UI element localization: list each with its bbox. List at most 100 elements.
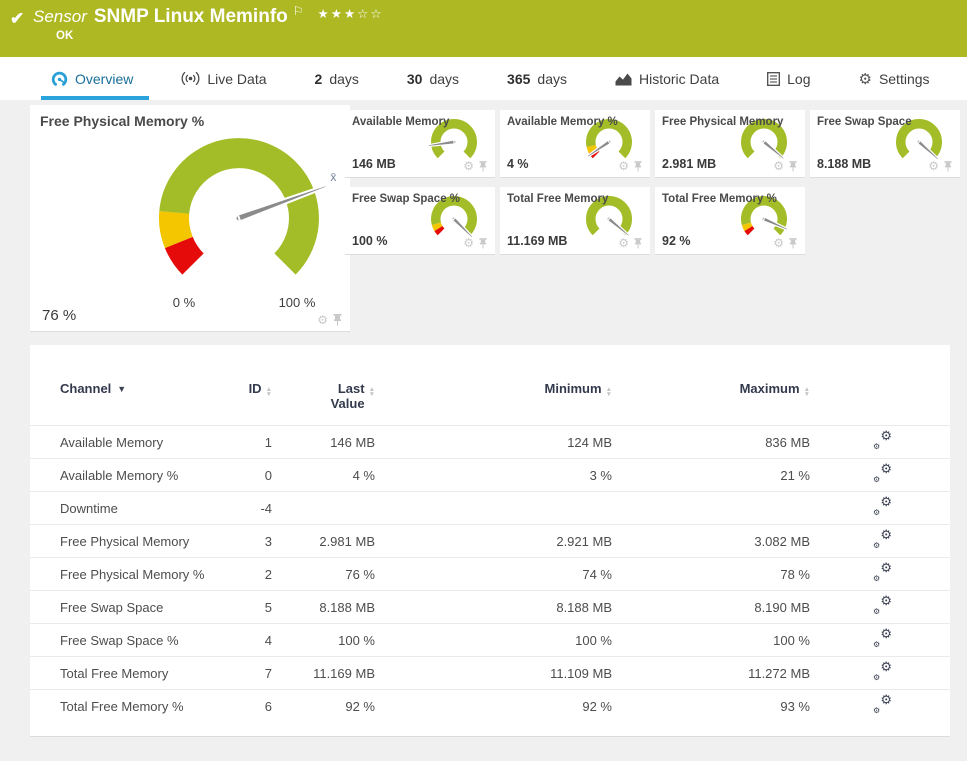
column-header-max[interactable]: Maximum ▲ ▼ (620, 375, 818, 426)
column-header-min[interactable]: Minimum ▲ ▼ (383, 375, 620, 426)
edit-channel-gears-icon[interactable]: ⚙ ⚙ (873, 429, 892, 451)
card-corner-icons: ⚙ (773, 160, 797, 172)
gauge-value: 4 % (507, 157, 529, 171)
gear-icon[interactable]: ⚙ (773, 160, 784, 172)
pin-icon[interactable] (333, 314, 342, 326)
live-icon (181, 71, 200, 86)
gauge-title: Available Memory % (507, 116, 618, 128)
pin-icon[interactable] (479, 160, 487, 172)
channel-min: 92 % (383, 689, 620, 723)
channel-last (280, 491, 383, 525)
tab-label: days (537, 70, 567, 87)
channel-id: 6 (220, 689, 280, 723)
column-header-id[interactable]: ID ▲ ▼ (220, 375, 280, 426)
tab-label: days (429, 70, 460, 87)
edit-channel-gears-icon[interactable]: ⚙ ⚙ (873, 561, 892, 583)
gauge-title: Total Free Memory (507, 193, 609, 205)
channel-actions: ⚙ ⚙ (818, 557, 950, 591)
channel-actions: ⚙ ⚙ (818, 425, 950, 459)
gear-icon[interactable]: ⚙ (463, 237, 474, 249)
pin-icon[interactable] (944, 160, 952, 172)
tab-label: Settings (878, 70, 930, 87)
channel-min: 100 % (383, 623, 620, 657)
tab-live-data[interactable]: Live Data (175, 57, 272, 100)
gear-icon[interactable]: ⚙ (618, 237, 629, 249)
tab-365-days[interactable]: 365 days (501, 57, 573, 100)
channel-min: 11.109 MB (383, 656, 620, 690)
pin-icon[interactable] (634, 237, 642, 249)
gauge-value: 92 % (662, 234, 691, 248)
star-rating[interactable]: ★★★☆☆ (318, 7, 384, 21)
pin-icon[interactable] (479, 237, 487, 249)
gear-icon[interactable]: ⚙ (773, 237, 784, 249)
channel-name: Total Free Memory (30, 656, 220, 690)
channel-name: Free Swap Space % (30, 623, 220, 657)
table-row: Downtime -4 ⚙ ⚙ (30, 491, 950, 525)
channel-name: Free Physical Memory % (30, 557, 220, 591)
channel-id: 2 (220, 557, 280, 591)
channel-max: 8.190 MB (620, 590, 818, 624)
card-corner-icons: ⚙ (618, 237, 642, 249)
pin-icon[interactable] (789, 237, 797, 249)
edit-channel-gears-icon[interactable]: ⚙ ⚙ (873, 462, 892, 484)
channel-actions: ⚙ ⚙ (818, 491, 950, 525)
tab-range-number: 2 (314, 70, 323, 87)
tab-range-number: 30 (406, 70, 423, 87)
flag-icon: ⚐ (292, 4, 304, 18)
gear-icon: ⚙ (858, 70, 872, 88)
edit-channel-gears-icon[interactable]: ⚙ ⚙ (873, 660, 892, 682)
column-header-channel[interactable]: Channel ▼ (30, 375, 220, 426)
tab-historic-data[interactable]: Historic Data (609, 57, 725, 100)
pin-icon[interactable] (789, 160, 797, 172)
gauge-card: Free Physical Memory 2.981 MB ⚙ (655, 110, 805, 178)
log-icon (767, 71, 781, 86)
gauge-value: 11.169 MB (507, 234, 568, 248)
sensor-kind-label: Sensor (33, 7, 87, 26)
gauge-value: 146 MB (352, 157, 396, 171)
channel-max: 93 % (620, 689, 818, 723)
table-row: Free Swap Space % 4 100 % 100 % 100 % ⚙ ⚙ (30, 623, 950, 657)
edit-channel-gears-icon[interactable]: ⚙ ⚙ (873, 594, 892, 616)
gauge-card: Available Memory % 4 % ⚙ (500, 110, 650, 178)
tab-settings[interactable]: ⚙ Settings (852, 57, 935, 100)
overview-content: Free Physical Memory % x̄ 0 % 100 % 76 %… (0, 100, 967, 761)
tab-bar: Overview Live Data 2 days 30 days 365 days Histo… (0, 57, 967, 100)
sort-icon: ▲ ▼ (368, 386, 375, 398)
card-corner-icons: ⚙ (463, 160, 487, 172)
channel-actions: ⚙ ⚙ (818, 623, 950, 657)
gear-icon[interactable]: ⚙ (928, 160, 939, 172)
tab-overview[interactable]: Overview (41, 57, 150, 100)
channel-min: 124 MB (383, 425, 620, 459)
pin-icon[interactable] (634, 160, 642, 172)
card-corner-icons: ⚙ (618, 160, 642, 172)
tab-label: Live Data (207, 70, 267, 87)
channel-actions: ⚙ ⚙ (818, 524, 950, 558)
table-row: Available Memory 1 146 MB 124 MB 836 MB ⚙ ⚙ (30, 425, 950, 459)
edit-channel-gears-icon[interactable]: ⚙ ⚙ (873, 627, 892, 649)
tab-30-days[interactable]: 30 days (401, 57, 465, 100)
tab-log[interactable]: Log (761, 57, 816, 100)
edit-channel-gears-icon[interactable]: ⚙ ⚙ (873, 528, 892, 550)
column-header-last[interactable]: Last Value ▲ ▼ (280, 375, 383, 426)
channel-min: 2.921 MB (383, 524, 620, 558)
gear-icon[interactable]: ⚙ (317, 314, 328, 326)
edit-channel-gears-icon[interactable]: ⚙ ⚙ (873, 693, 892, 715)
channel-id: 4 (220, 623, 280, 657)
tab-range-number: 365 (507, 70, 531, 87)
table-row: Free Swap Space 5 8.188 MB 8.188 MB 8.190 MB… (30, 590, 950, 624)
column-header-actions (818, 375, 950, 426)
channel-name: Free Physical Memory (30, 524, 220, 558)
gear-icon[interactable]: ⚙ (618, 160, 629, 172)
edit-channel-gears-icon[interactable]: ⚙ ⚙ (873, 495, 892, 517)
channel-table-card: Channel ▼ ID ▲ ▼ Last Value ▲ ▼ Minimum ▲ ▼ Maximum… (30, 345, 950, 737)
gauge-title: Available Memory (352, 116, 450, 128)
gauge-title: Free Physical Memory (662, 116, 784, 128)
gauge-value: 8.188 MB (817, 157, 872, 171)
sort-icon: ▲ ▼ (265, 386, 272, 398)
gauge-title: Free Swap Space % (352, 193, 461, 205)
sort-icon: ▲ ▼ (605, 386, 612, 398)
channel-id: 0 (220, 458, 280, 492)
gear-icon[interactable]: ⚙ (463, 160, 474, 172)
gauge-value: 76 % (42, 307, 77, 324)
tab-2-days[interactable]: 2 days (309, 57, 365, 100)
